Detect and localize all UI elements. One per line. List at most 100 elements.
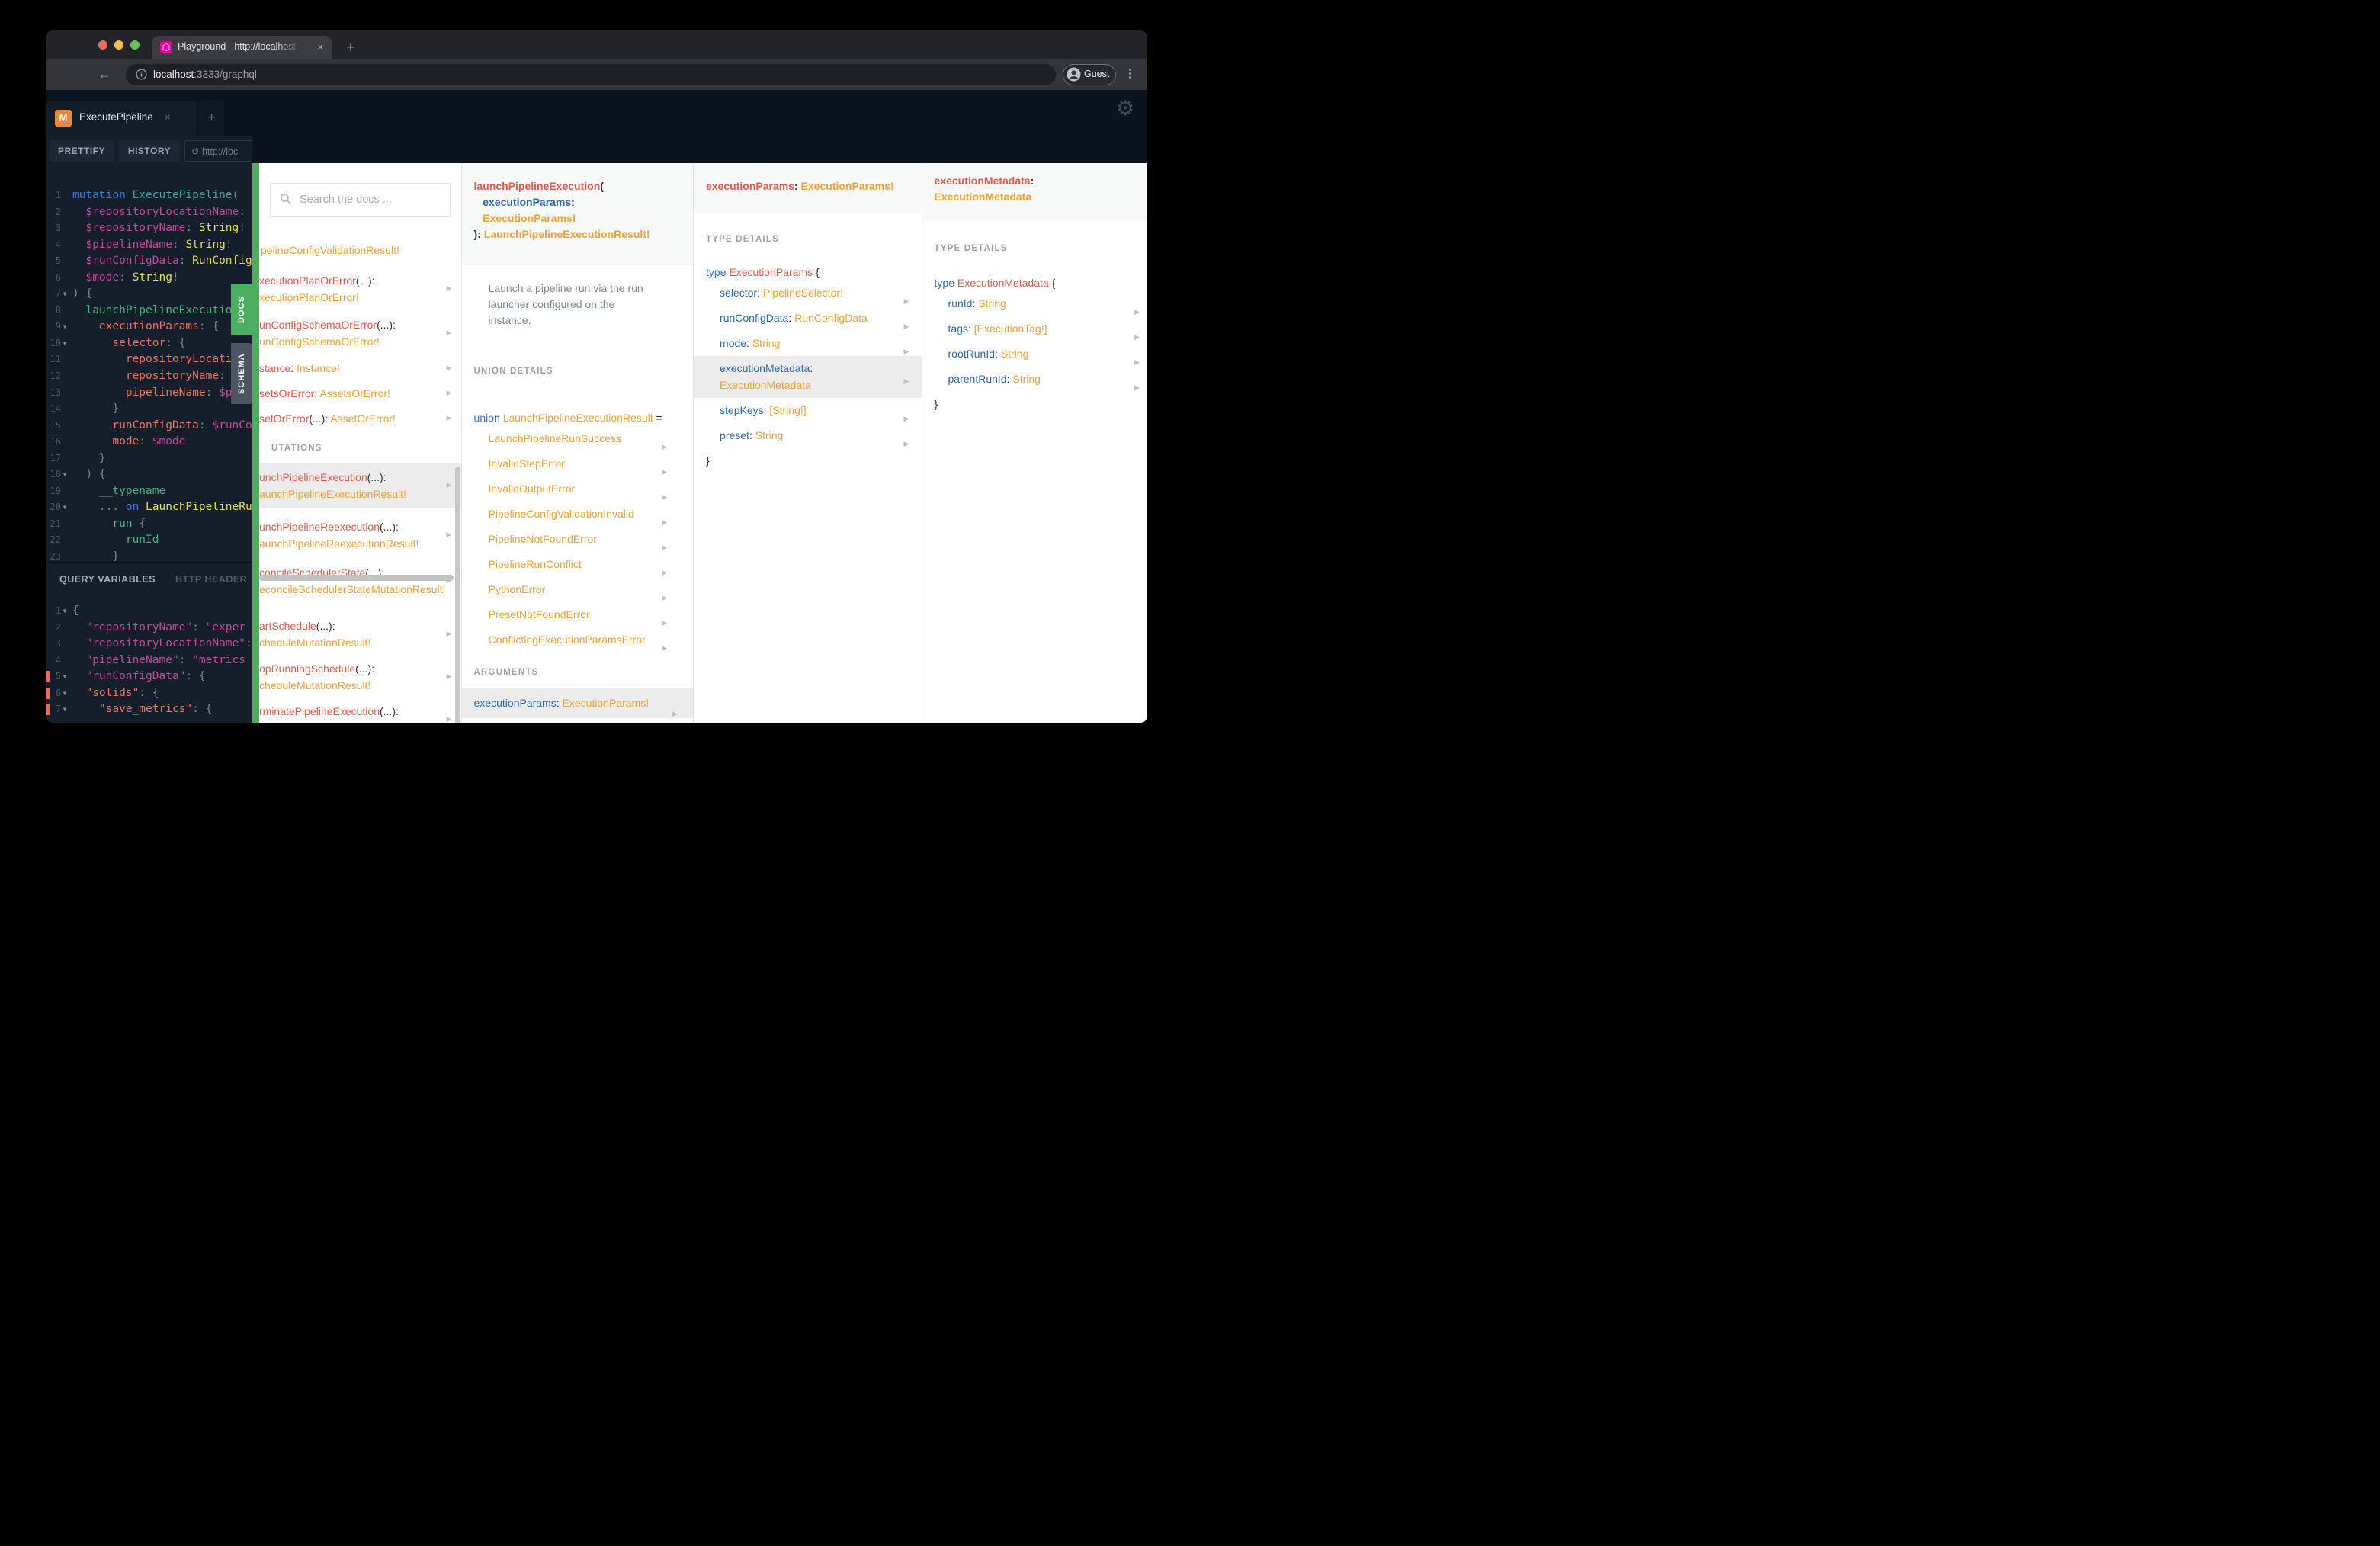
close-window-button[interactable] [98,40,107,50]
code-line[interactable]: 14 } [46,401,252,418]
close-tab-icon[interactable]: × [314,41,326,53]
type-field[interactable]: preset: String ▶ [694,423,921,448]
type-field[interactable]: executionMetadata: ExecutionMetadata ▶ [694,356,922,398]
code-line[interactable]: 1 ▼{ [46,603,252,620]
code-line[interactable]: 8 launchPipelineExecution( [46,303,252,319]
type-field[interactable]: parentRunId: String ▶ [922,367,1147,392]
column1-vertical-scrollbar[interactable] [454,467,460,723]
fold-caret-icon[interactable]: ▼ [61,335,69,352]
tab-http-headers[interactable]: HTTP HEADER [175,574,247,585]
profile-button[interactable]: Guest [1063,64,1116,85]
back-icon[interactable]: ← [96,66,113,83]
fold-caret-icon[interactable]: ▼ [61,685,69,702]
code-line[interactable]: 19 __typename [46,483,252,500]
fold-caret-icon[interactable]: ▼ [61,499,69,516]
docs-item[interactable]: unchPipelineExecution(...): aunchPipeline… [259,463,461,508]
code-line[interactable]: 1 mutation ExecutePipeline( [46,188,252,204]
code-line[interactable]: 17 } [46,451,252,467]
code-line[interactable]: 21 run { [46,516,252,533]
browser-tabstrip: ⬡ Playground - http://localhost:3 × + [46,30,1147,59]
docs-item[interactable]: setsOrError: AssetsOrError! ▶ [259,382,461,405]
type-field[interactable]: mode: String ▶ [694,331,921,356]
type-field[interactable]: selector: PipelineSelector! ▶ [694,281,921,306]
code-line[interactable]: 7 ▼ "save_metrics": { [46,701,252,718]
docs-item[interactable]: rminatePipelineExecution(...):rminatePip… [259,700,461,723]
docs-item[interactable]: stance: Instance! ▶ [259,357,461,380]
code-line[interactable]: 2 $repositoryLocationName: [46,204,252,221]
union-member[interactable]: ConflictingExecutionParamsError ▶ [462,627,693,653]
browser-tab[interactable]: ⬡ Playground - http://localhost:3 × [152,36,332,59]
code-line[interactable]: 20▼ ... on LaunchPipelineRunSuccess [46,499,252,516]
docs-item[interactable]: concileSchedulerState(...): econcileSched… [259,561,461,601]
history-button[interactable]: HISTORY [119,140,180,162]
address-bar[interactable]: localhost:3333/graphql [126,64,1056,85]
docs-item[interactable]: artSchedule(...): cheduleMutationResult! ▶ [259,614,461,654]
line-number: 4 [55,239,61,250]
docs-search-box[interactable]: Search the docs ... [270,183,451,217]
code-line[interactable]: 15 runConfigData: $runConfigData [46,418,252,435]
code-line[interactable]: 6 $mode: String! [46,270,252,287]
code-line[interactable]: 9 ▼ executionParams: { [46,319,252,335]
code-line[interactable]: 3 $repositoryName: String! [46,220,252,237]
code-line[interactable]: 11 repositoryLocationName: $repositoryLo… [46,351,252,368]
type-field[interactable]: rootRunId: String ▶ [922,342,1147,367]
variables-editor[interactable]: 1 ▼{2 "repositoryName": "exper 3 "reposito… [46,596,252,723]
argument-row[interactable]: executionParams: ExecutionParams! ▶ [461,688,694,718]
union-member[interactable]: InvalidOutputError ▶ [462,476,693,502]
docs-side-tab[interactable]: DOCS [231,284,252,335]
union-member[interactable]: PipelineRunConflict ▶ [462,552,693,577]
settings-gear-icon[interactable]: ⚙ [1111,95,1139,122]
tab-query-variables[interactable]: QUERY VARIABLES [59,574,156,585]
fold-caret-icon[interactable]: ▼ [61,467,69,483]
code-line[interactable]: 16 mode: $mode [46,434,252,451]
schema-side-tab[interactable]: SCHEMA [231,343,252,404]
zoom-window-button[interactable] [130,40,140,50]
union-member[interactable]: PythonError ▶ [462,577,693,602]
new-tab-button[interactable]: + [342,39,360,57]
fold-caret-icon[interactable]: ▼ [61,603,69,620]
fold-caret-icon[interactable]: ▼ [61,701,69,718]
fold-caret-icon[interactable]: ▼ [61,669,69,685]
type-field[interactable]: tags: [ExecutionTag!] ▶ [922,316,1147,342]
docs-item[interactable]: unConfigSchemaOrError(...): unConfigSchem… [259,313,461,353]
code-line[interactable]: 6 ▼ "solids": { [46,685,252,702]
docs-item[interactable]: opRunningSchedule(...): cheduleMutationRe… [259,657,461,697]
code-line[interactable]: 13 pipelineName: $pipelineName [46,385,252,402]
code-line[interactable]: 7 ▼) { [46,286,252,303]
code-line[interactable]: 10 ▼ selector: { [46,335,252,352]
site-info-icon[interactable] [136,69,147,84]
code-line[interactable]: 18 ▼ ) { [46,467,252,483]
fold-caret-icon[interactable]: ▼ [61,319,69,335]
code-line[interactable]: 12 repositoryName: $repositoryName [46,368,252,385]
endpoint-url-box[interactable]: ↺ http://loc [184,140,252,162]
code-line[interactable]: 2 "repositoryName": "exper [46,620,252,637]
type-field[interactable]: stepKeys: [String!] ▶ [694,398,921,423]
union-member[interactable]: PipelineConfigValidationInvalid ▶ [462,502,693,527]
browser-menu-icon[interactable]: ⋮ [1124,66,1136,82]
union-member[interactable]: PipelineNotFoundError ▶ [462,527,693,552]
docs-item[interactable]: unchPipelineReexecution(...): aunchPipeli… [259,515,461,555]
fold-caret-icon[interactable]: ▼ [61,286,69,303]
type-field[interactable]: runId: String ▶ [922,291,1147,316]
code-line[interactable]: 3 "repositoryLocationName": [46,636,252,653]
query-editor[interactable]: 1 mutation ExecutePipeline(2 $repositoryL… [46,166,252,583]
union-member[interactable]: InvalidStepError ▶ [462,451,693,476]
code-line[interactable]: 4 $pipelineName: String! [46,237,252,254]
docs-item[interactable]: xecutionPlanOrError(...): xecutionPlanOrE… [259,269,461,309]
playground-tab[interactable]: M ExecutePipeline × [46,101,197,136]
line-number: 9 [55,321,61,332]
code-line[interactable]: 22 runId [46,532,252,549]
minimize-window-button[interactable] [114,40,123,50]
type-field[interactable]: runConfigData: RunConfigData ▶ [694,306,921,331]
union-member[interactable]: PresetNotFoundError ▶ [462,602,693,627]
union-member[interactable]: LaunchPipelineRunSuccess ▶ [462,426,693,451]
code-line[interactable]: 4 "pipelineName": "metrics [46,653,252,669]
new-playground-tab-button[interactable]: + [199,101,224,136]
prettify-button[interactable]: PRETTIFY [49,140,114,162]
column1-horizontal-scrollbar[interactable] [259,575,454,581]
docs-item[interactable]: setOrError(...): AssetOrError! ▶ [259,407,461,430]
code-line[interactable]: 5 ▼ "runConfigData": { [46,669,252,685]
close-playground-tab-icon[interactable]: × [165,111,171,123]
code-line[interactable]: 5 $runConfigData: RunConfigData! [46,253,252,270]
